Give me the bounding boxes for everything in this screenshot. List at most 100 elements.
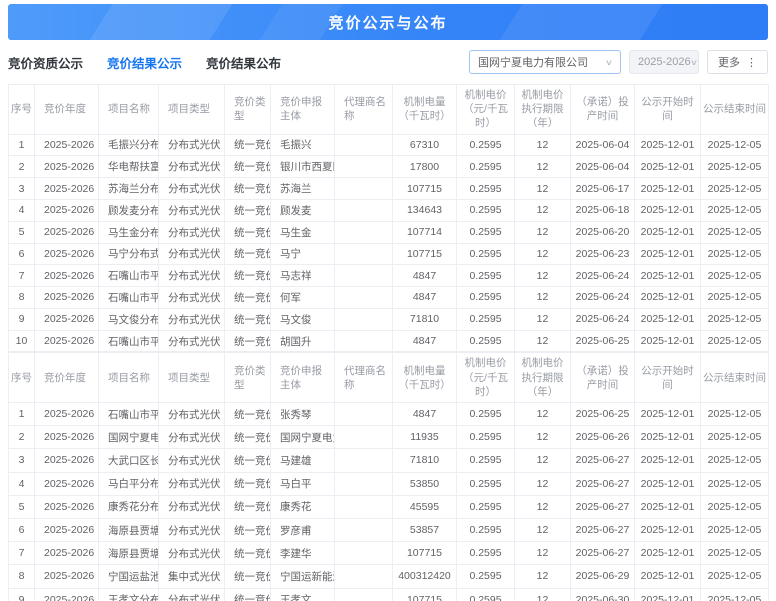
company-select[interactable]: 国网宁夏电力有限公司 ∨ xyxy=(469,50,621,74)
column-header: 竞价类型 xyxy=(225,85,271,135)
table-cell: 石嘴山市平罗... xyxy=(99,265,159,287)
column-header: 机制电价执行期限（年） xyxy=(515,85,571,135)
table-cell: 2025-06-24 xyxy=(571,287,635,309)
table-cell: 统一竞价 xyxy=(225,265,271,287)
column-header: 公示开始时间 xyxy=(635,85,701,135)
table-cell: 2025-12-05 xyxy=(701,221,769,243)
table-cell: 马宁 xyxy=(271,243,335,265)
table-cell: 王孝文 xyxy=(271,588,335,601)
table-cell: 2025-06-24 xyxy=(571,265,635,287)
table-cell: 2025-06-20 xyxy=(571,221,635,243)
table-cell xyxy=(335,265,393,287)
table-cell: 海原县贾塘乡... xyxy=(99,518,159,541)
year-select[interactable]: 2025-2026 ∨ xyxy=(629,50,699,74)
table-cell: 分布式光伏 xyxy=(159,287,225,309)
table-row: 12025-2026毛振兴分布式...分布式光伏统一竞价毛振兴673100.25… xyxy=(9,134,769,156)
table-cell: 9 xyxy=(9,308,35,330)
table-cell: 2025-12-05 xyxy=(701,495,769,518)
tab-bidding-result-announcement[interactable]: 竞价结果公布 xyxy=(206,53,281,72)
table-cell: 10 xyxy=(9,330,35,352)
table-cell: 2025-06-24 xyxy=(571,308,635,330)
table-cell xyxy=(335,565,393,588)
table-cell: 5 xyxy=(9,495,35,518)
table-cell: 2025-2026 xyxy=(35,156,99,178)
table-cell: 2025-2026 xyxy=(35,308,99,330)
table-cell xyxy=(335,542,393,565)
table-cell: 统一竞价 xyxy=(225,330,271,352)
table-cell: 4 xyxy=(9,472,35,495)
table-cell: 71810 xyxy=(393,449,457,472)
table-cell: 2025-12-01 xyxy=(635,156,701,178)
table-cell: 2025-06-27 xyxy=(571,449,635,472)
table-cell: 集中式光伏 xyxy=(159,565,225,588)
column-header: （承诺）投产时间 xyxy=(571,353,635,403)
table-cell: 王孝文分布式... xyxy=(99,588,159,601)
table-cell: 分布式光伏 xyxy=(159,542,225,565)
table-cell: 12 xyxy=(515,178,571,200)
table-cell: 53857 xyxy=(393,518,457,541)
column-header: 机制电价（元/千瓦时） xyxy=(457,85,515,135)
column-header: 竞价年度 xyxy=(35,85,99,135)
column-header: 竞价类型 xyxy=(225,353,271,403)
table-cell: 2025-12-01 xyxy=(635,518,701,541)
table-cell: 马生金 xyxy=(271,221,335,243)
table-cell: 0.2595 xyxy=(457,178,515,200)
table-cell: 3 xyxy=(9,449,35,472)
table-cell: 李建华 xyxy=(271,542,335,565)
table-cell: 2025-2026 xyxy=(35,449,99,472)
table-cell: 统一竞价 xyxy=(225,542,271,565)
toolbar: 竞价资质公示 竞价结果公示 竞价结果公布 国网宁夏电力有限公司 ∨ 2025-2… xyxy=(0,40,776,84)
table-cell: 2025-06-25 xyxy=(571,403,635,426)
table-cell: 分布式光伏 xyxy=(159,403,225,426)
table-cell: 12 xyxy=(515,449,571,472)
column-header: 公示结束时间 xyxy=(701,85,769,135)
table-cell: 2025-12-01 xyxy=(635,330,701,352)
table-row: 32025-2026大武口区长兴...分布式光伏统一竞价马建雄718100.25… xyxy=(9,449,769,472)
table-cell: 2025-12-05 xyxy=(701,134,769,156)
banner-decoration xyxy=(70,4,246,40)
table-cell: 张秀琴 xyxy=(271,403,335,426)
table-cell: 2025-12-05 xyxy=(701,518,769,541)
table-cell: 53850 xyxy=(393,472,457,495)
table-cell: 1 xyxy=(9,403,35,426)
tab-bidding-qualification-publicity[interactable]: 竞价资质公示 xyxy=(8,53,83,72)
table-cell: 0.2595 xyxy=(457,199,515,221)
table-cell: 2025-2026 xyxy=(35,518,99,541)
table-cell: 2025-12-01 xyxy=(635,495,701,518)
column-header: 代理商名称 xyxy=(335,85,393,135)
table-cell: 2025-06-04 xyxy=(571,156,635,178)
table-cell: 马志祥 xyxy=(271,265,335,287)
chevron-down-icon: ∨ xyxy=(605,58,613,67)
table-cell: 康秀花 xyxy=(271,495,335,518)
table-cell: 2025-12-05 xyxy=(701,449,769,472)
table-cell xyxy=(335,518,393,541)
more-button[interactable]: 更多 ⋮ xyxy=(707,50,768,74)
chevron-down-icon: ∨ xyxy=(689,58,697,67)
table-cell: 分布式光伏 xyxy=(159,308,225,330)
table-cell: 0.2595 xyxy=(457,287,515,309)
tab-bidding-result-publicity[interactable]: 竞价结果公示 xyxy=(107,53,182,72)
column-header: 机制电价（元/千瓦时） xyxy=(457,353,515,403)
table-cell: 12 xyxy=(515,403,571,426)
table-cell: 2025-12-05 xyxy=(701,588,769,601)
table-cell: 2025-12-05 xyxy=(701,243,769,265)
table-cell xyxy=(335,199,393,221)
banner-decoration xyxy=(480,4,676,40)
table-cell: 2025-2026 xyxy=(35,243,99,265)
table-cell xyxy=(335,403,393,426)
table-cell: 统一竞价 xyxy=(225,199,271,221)
table-cell: 统一竞价 xyxy=(225,178,271,200)
table-cell xyxy=(335,426,393,449)
more-button-label: 更多 xyxy=(718,54,740,70)
table-cell: 3 xyxy=(9,178,35,200)
table-cell: 统一竞价 xyxy=(225,472,271,495)
table-cell: 海原县贾塘乡... xyxy=(99,542,159,565)
table-cell: 苏海兰分布式... xyxy=(99,178,159,200)
table-row: 72025-2026海原县贾塘乡...分布式光伏统一竞价李建华1077150.2… xyxy=(9,542,769,565)
table-cell: 2025-12-01 xyxy=(635,265,701,287)
table-cell: 2 xyxy=(9,426,35,449)
filter-controls: 国网宁夏电力有限公司 ∨ 2025-2026 ∨ 更多 ⋮ xyxy=(469,50,768,74)
table-cell: 12 xyxy=(515,199,571,221)
table-row: 82025-2026石嘴山市平罗...分布式光伏统一竞价何军48470.2595… xyxy=(9,287,769,309)
table-cell: 统一竞价 xyxy=(225,565,271,588)
